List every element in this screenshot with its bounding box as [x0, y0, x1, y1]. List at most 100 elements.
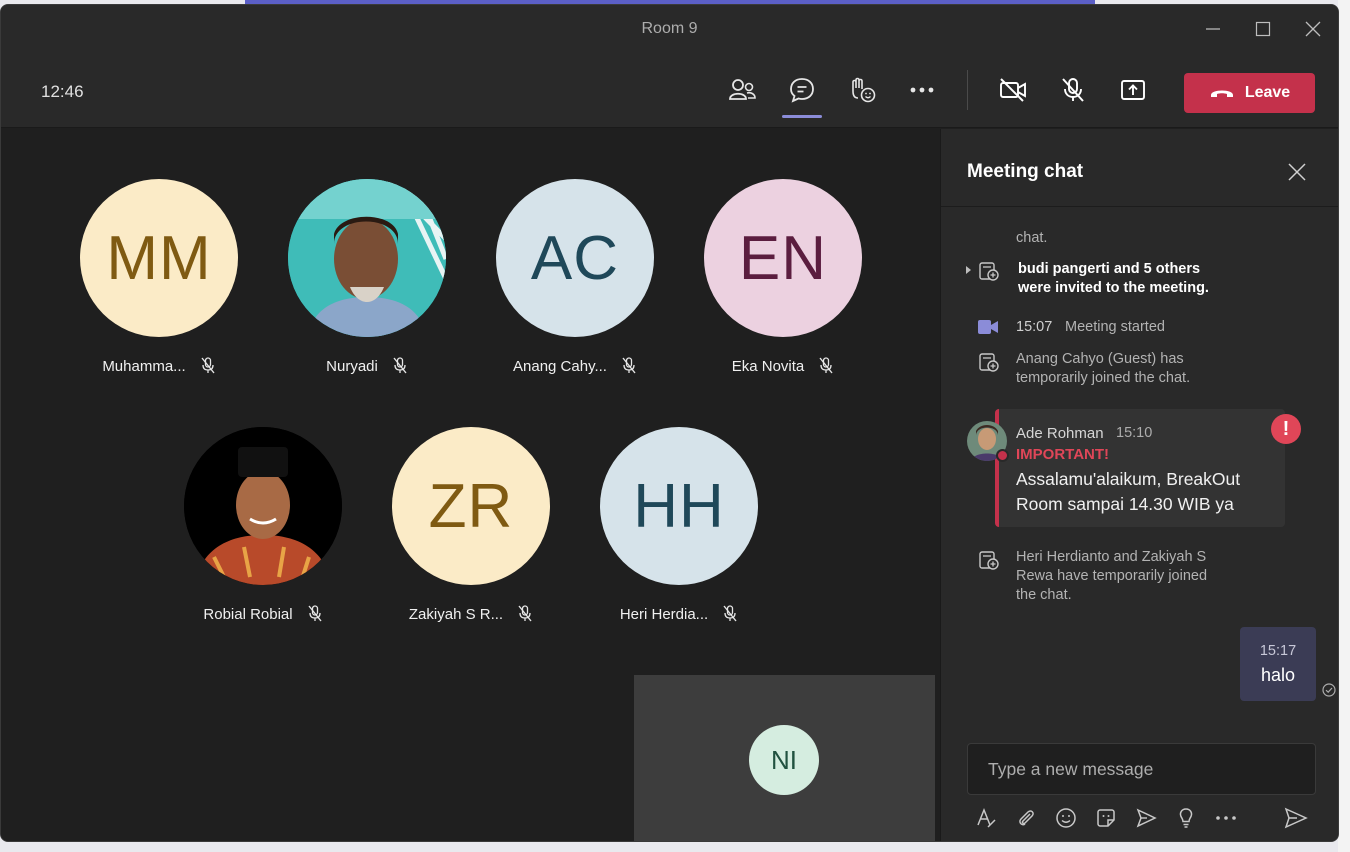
mic-off-icon — [393, 357, 407, 374]
own-chat-message[interactable]: 15:17 halo — [1240, 627, 1316, 701]
people-icon — [729, 79, 756, 100]
attach-button[interactable] — [1013, 805, 1039, 831]
deliver-icon — [1136, 808, 1157, 828]
message-time: 15:10 — [1116, 425, 1153, 441]
participant-tile[interactable]: HH Heri Herdia... — [589, 427, 769, 623]
participant-name: Eka Novita — [731, 357, 805, 375]
close-icon — [1305, 21, 1321, 36]
format-button[interactable] — [973, 805, 999, 831]
phone-hangup-icon — [1210, 90, 1233, 97]
window-controls — [1188, 5, 1338, 52]
participants-button[interactable] — [722, 72, 762, 108]
people-added-icon — [979, 262, 999, 281]
mic-off-icon — [723, 605, 737, 622]
camera-off-icon — [1000, 78, 1026, 102]
meeting-clock: 12:46 — [41, 82, 84, 101]
mic-off-icon — [201, 357, 215, 374]
sticker-button[interactable] — [1093, 805, 1119, 831]
system-message-line: Anang Cahyo (Guest) has — [1016, 351, 1184, 367]
message-input[interactable]: Type a new message — [967, 743, 1316, 795]
more-options-button[interactable] — [902, 72, 942, 108]
more-compose-options-button[interactable] — [1213, 805, 1239, 831]
avatar-photo — [288, 179, 446, 337]
leave-label: Leave — [1244, 84, 1291, 101]
person-photo-icon — [184, 427, 342, 585]
people-added-icon — [979, 551, 999, 570]
meeting-toolbar: 12:46 Leave — [1, 52, 1338, 128]
leave-button[interactable]: Leave — [1184, 73, 1315, 113]
participant-name: Heri Herdia... — [619, 605, 709, 623]
participant-tile[interactable]: MM Muhamma... — [69, 179, 249, 375]
avatar-initials: EN — [738, 223, 828, 293]
message-author: Ade Rohman — [1016, 425, 1104, 442]
window-title: Room 9 — [641, 19, 698, 37]
avatar-initials: AC — [530, 223, 620, 293]
avatar: ZR — [392, 427, 550, 585]
system-message-line: Heri Herdianto and Zakiyah S — [1016, 549, 1207, 565]
system-message: Anang Cahyo (Guest) has temporarily join… — [1016, 350, 1190, 388]
avatar: MM — [80, 179, 238, 337]
video-camera-icon — [978, 320, 998, 334]
more-icon — [910, 87, 934, 93]
participant-name: Zakiyah S R... — [408, 605, 504, 623]
chat-button[interactable] — [782, 72, 822, 108]
system-message-line: temporarily joined the chat. — [1016, 370, 1191, 386]
avatar: EN — [704, 179, 862, 337]
system-message-line: the chat. — [1016, 587, 1072, 603]
format-icon — [977, 807, 996, 828]
mic-off-icon — [1062, 78, 1084, 102]
more-icon — [1216, 816, 1236, 820]
avatar-initials: ZR — [428, 471, 514, 541]
paperclip-icon — [1019, 810, 1034, 826]
minimize-button[interactable] — [1188, 5, 1238, 52]
system-message-line: budi pangerti and 5 others — [1018, 261, 1201, 277]
mic-off-icon — [308, 605, 322, 622]
chat-title: Meeting chat — [967, 161, 1084, 182]
mic-off-icon — [819, 357, 833, 374]
close-chat-button[interactable] — [1284, 159, 1310, 185]
maximize-icon — [1255, 21, 1271, 36]
minimize-icon — [1206, 27, 1220, 30]
mic-off-icon — [622, 357, 636, 374]
system-message: chat. — [1016, 230, 1048, 246]
chat-icon — [790, 78, 814, 103]
participant-name: Muhamma... — [102, 357, 186, 375]
seen-check-icon — [1322, 683, 1336, 697]
participant-tile[interactable]: Robial Robial — [173, 427, 353, 623]
system-message: budi pangerti and 5 others were invited … — [1018, 260, 1209, 298]
system-message: Heri Herdianto and Zakiyah S Rewa have t… — [1016, 548, 1207, 605]
avatar-photo — [184, 427, 342, 585]
participant-tile[interactable]: Nuryadi — [277, 179, 457, 375]
participant-tile[interactable]: ZR Zakiyah S R... — [381, 427, 561, 623]
react-button[interactable] — [842, 72, 882, 108]
caret-right-icon[interactable] — [965, 265, 973, 275]
person-photo-icon — [288, 179, 446, 337]
mic-off-icon — [518, 605, 532, 622]
participant-gallery: MM Muhamma... Nuryadi AC Anang Cahy... E… — [1, 129, 939, 841]
share-button[interactable] — [1113, 72, 1153, 108]
importance-label: IMPORTANT! — [1016, 446, 1110, 463]
message-time: 15:17 — [1259, 643, 1297, 659]
praise-button[interactable] — [1173, 805, 1199, 831]
participant-tile[interactable]: AC Anang Cahy... — [485, 179, 665, 375]
people-added-icon — [979, 353, 999, 372]
participant-tile[interactable]: EN Eka Novita — [693, 179, 873, 375]
share-tray-icon — [1121, 80, 1145, 100]
participant-name: Robial Robial — [203, 605, 293, 623]
maximize-button[interactable] — [1238, 5, 1288, 52]
send-icon — [1284, 807, 1308, 829]
lightbulb-icon — [1179, 808, 1193, 828]
toolbar-divider — [967, 70, 968, 110]
emoji-icon — [1056, 808, 1076, 828]
camera-toggle-button[interactable] — [993, 72, 1033, 108]
participant-name: Nuryadi — [326, 357, 378, 375]
mic-toggle-button[interactable] — [1053, 72, 1093, 108]
self-video-tile[interactable]: NI — [634, 675, 935, 841]
close-window-button[interactable] — [1288, 5, 1338, 52]
presence-dot — [996, 449, 1009, 462]
meeting-started-text: Meeting started — [1065, 319, 1165, 335]
meeting-window: Room 9 12:46 Leave MM Muhamma... Nuryadi… — [0, 4, 1339, 842]
send-button[interactable] — [1283, 805, 1309, 831]
schedule-send-button[interactable] — [1133, 805, 1159, 831]
emoji-button[interactable] — [1053, 805, 1079, 831]
